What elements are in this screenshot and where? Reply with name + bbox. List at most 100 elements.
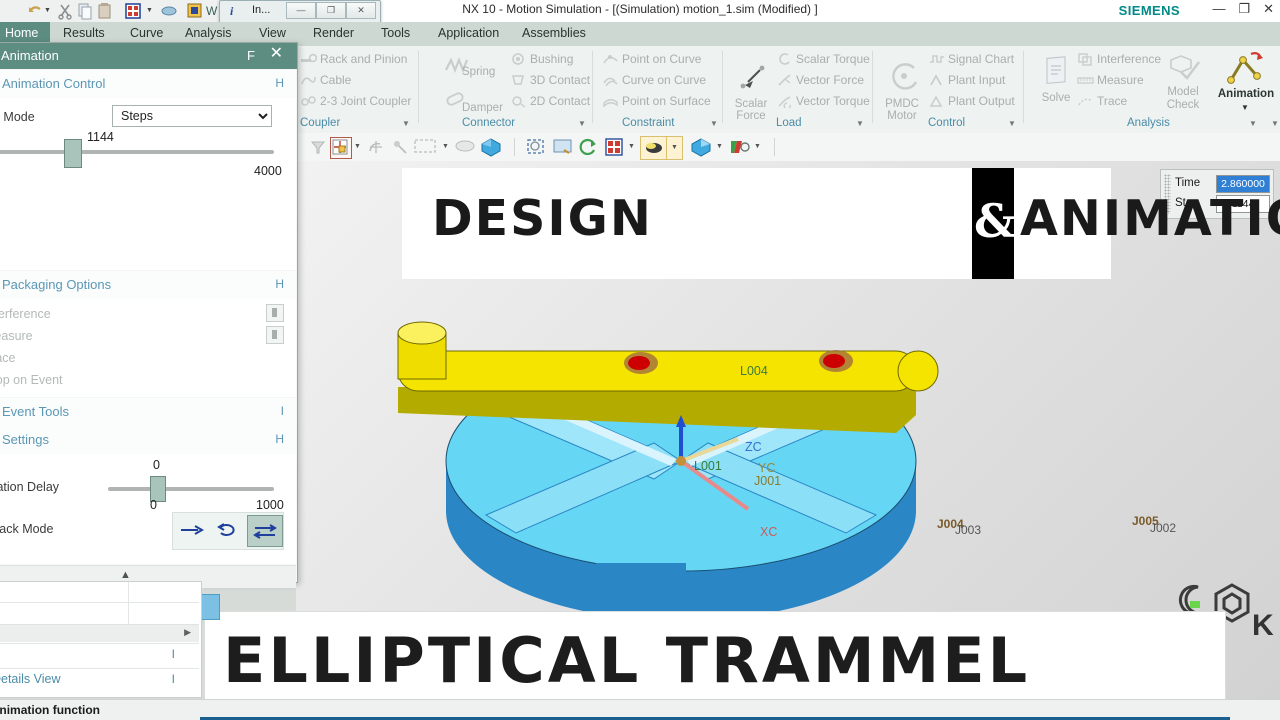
zoom-icon[interactable] <box>552 137 572 157</box>
color-dropdown-icon[interactable]: ▼ <box>754 143 761 150</box>
window-minimize-icon[interactable]: — <box>1212 2 1225 16</box>
tab-render[interactable]: Render <box>313 26 354 40</box>
window-close-icon[interactable]: ✕ <box>1263 2 1274 16</box>
connector-expand-icon[interactable]: ▼ <box>578 119 586 128</box>
ribbon-item-trace[interactable]: Trace <box>1077 94 1127 108</box>
undo-dropdown-icon[interactable]: ▼ <box>44 7 51 14</box>
playback-mode-group[interactable] <box>172 512 284 550</box>
undo-icon[interactable] <box>26 2 44 20</box>
ribbon-item-measure[interactable]: Measure <box>1077 73 1144 87</box>
window-restore-icon[interactable]: ❐ <box>1238 2 1250 16</box>
fullscreen-toggle-button[interactable]: F <box>247 48 255 63</box>
wcs-origin-icon[interactable] <box>366 137 386 157</box>
mini-restore-button[interactable]: ❐ <box>316 2 346 19</box>
ribbon-item-interference[interactable]: Interference <box>1077 52 1161 66</box>
section-event-tools[interactable]: Event Tools I <box>0 398 296 427</box>
eraser-icon[interactable] <box>160 2 178 20</box>
tab-results[interactable]: Results <box>63 26 105 40</box>
tab-assemblies[interactable]: Assemblies <box>522 26 586 40</box>
animation-dropdown-icon[interactable]: ▼ <box>1241 102 1249 114</box>
animation-dialog[interactable]: Animation F ✕ Animation Control H Slider… <box>0 42 298 620</box>
collapse-icon[interactable]: ▲ <box>120 569 131 581</box>
ribbon-overflow-icon[interactable]: ▼ <box>1271 119 1279 128</box>
ribbon-item-point-on-surface[interactable]: Point on Surface <box>602 94 711 108</box>
measure-settings-button[interactable] <box>266 326 284 344</box>
graphics-viewport[interactable]: J004 J003 L004 J005 J002 L001 J001 ZC YC… <box>204 161 1280 707</box>
ribbon-item-plant-input[interactable]: Plant Input <box>928 73 1005 87</box>
wcs-dynamics-icon[interactable] <box>330 137 352 159</box>
ribbon-item-vector-force[interactable]: Vector Force <box>776 73 864 87</box>
paste-icon[interactable] <box>96 2 114 20</box>
animation-dialog-titlebar[interactable]: Animation F ✕ <box>0 43 297 69</box>
ribbon-item-2d-contact[interactable]: 2D Contact <box>510 94 590 108</box>
window-controls[interactable]: — ❐ ✕ <box>1212 2 1274 16</box>
section-animation-control[interactable]: Animation Control H <box>0 70 296 99</box>
orient-dropdown-icon[interactable]: ▼ <box>716 143 723 150</box>
shaded-edges-icon[interactable] <box>454 137 475 157</box>
slider-mode-select[interactable]: Steps <box>112 105 272 127</box>
wcs-orient-icon[interactable] <box>390 137 410 157</box>
scroll-right-icon[interactable]: ▶ <box>184 627 191 638</box>
grid-dropdown-icon[interactable]: ▼ <box>146 7 153 14</box>
orient-view-icon[interactable] <box>690 137 711 157</box>
table-row[interactable] <box>0 582 199 603</box>
bounce-mode-button[interactable] <box>247 515 283 547</box>
animation-dialog-close-icon[interactable]: ✕ <box>270 46 283 62</box>
copy-icon[interactable] <box>76 2 94 20</box>
wcs-dropdown-icon[interactable]: ▼ <box>354 143 361 150</box>
animation-delay-track[interactable] <box>108 487 274 491</box>
ribbon-item-model-check[interactable]: Model Check <box>1159 55 1207 112</box>
assembly-navigator-panel[interactable]: ▶ Preview I Node Shape Details View I <box>0 581 202 698</box>
ribbon-item-cable[interactable]: Cable <box>300 73 351 87</box>
cut-icon[interactable] <box>56 2 74 20</box>
ribbon-item-3d-contact[interactable]: 3D Contact <box>510 73 590 87</box>
grid-icon[interactable] <box>124 2 142 20</box>
ribbon-item-curve-on-curve[interactable]: Curve on Curve <box>602 73 706 87</box>
section-packaging-options[interactable]: Packaging Options H <box>0 271 296 300</box>
tab-curve[interactable]: Curve <box>130 26 163 40</box>
constraint-expand-icon[interactable]: ▼ <box>710 119 718 128</box>
ribbon-item-point-on-curve[interactable]: Point on Curve <box>602 52 701 66</box>
section-settings[interactable]: Settings H <box>0 426 296 455</box>
ribbon-item-scalar-force[interactable]: Scalar Force <box>728 65 774 122</box>
tab-tools[interactable]: Tools <box>381 26 410 40</box>
ribbon-item-plant-output[interactable]: Plant Output <box>928 94 1015 108</box>
ribbon-item-bushing[interactable]: Bushing <box>510 52 573 66</box>
fit-view-icon[interactable] <box>526 137 546 157</box>
window-app-icon[interactable] <box>186 2 204 20</box>
tab-view[interactable]: View <box>259 26 286 40</box>
step-slider-track[interactable] <box>0 150 274 154</box>
play-once-mode-button[interactable] <box>175 515 209 545</box>
tab-application[interactable]: Application <box>438 26 499 40</box>
ribbon-item-2-3-joint-coupler[interactable]: 2-3 Joint Coupler <box>300 94 411 108</box>
load-expand-icon[interactable]: ▼ <box>856 119 864 128</box>
layout-dropdown-icon[interactable]: ▼ <box>628 143 635 150</box>
quick-access-toolbar[interactable]: ▼ ▼ W <box>0 0 224 22</box>
nav-link-node-shape-details[interactable]: Node Shape Details View <box>0 672 61 686</box>
loop-mode-button[interactable] <box>211 515 245 545</box>
analysis-expand-icon[interactable]: ▼ <box>1249 119 1257 128</box>
ribbon-item-vector-torque[interactable]: Vector Torque <box>776 94 870 110</box>
render-style-icon[interactable] <box>480 137 501 157</box>
ribbon-item-pmdc-motor[interactable]: PMDC Motor <box>878 63 926 122</box>
coupler-expand-icon[interactable]: ▼ <box>402 119 410 128</box>
control-expand-icon[interactable]: ▼ <box>1008 119 1016 128</box>
color-display-icon[interactable] <box>728 137 750 157</box>
ribbon-item-rack-and-pinion[interactable]: Rack and Pinion <box>300 52 407 66</box>
shaded-dropdown-icon[interactable]: ▼ <box>666 136 683 160</box>
shaded-icon[interactable] <box>640 136 668 160</box>
interference-settings-button[interactable] <box>266 304 284 322</box>
ribbon-item-solve[interactable]: Solve <box>1035 56 1077 104</box>
rotate-icon[interactable] <box>578 137 598 157</box>
ribbon-item-signal-chart[interactable]: Signal Chart <box>928 52 1014 66</box>
snap-point-icon[interactable] <box>308 137 328 157</box>
horizontal-scrollbar[interactable]: ▶ <box>0 624 199 642</box>
tab-analysis[interactable]: Analysis <box>185 26 232 40</box>
step-slider-thumb[interactable] <box>64 139 82 168</box>
selection-dropdown-icon[interactable]: ▼ <box>442 143 449 150</box>
mini-close-button[interactable]: ✕ <box>346 2 376 19</box>
ribbon-item-animation[interactable]: Animation ▼ <box>1213 52 1279 112</box>
ribbon-item-scalar-torque[interactable]: Scalar Torque <box>776 52 870 66</box>
mini-minimize-button[interactable]: — <box>286 2 316 19</box>
selection-rect-icon[interactable] <box>414 137 436 157</box>
